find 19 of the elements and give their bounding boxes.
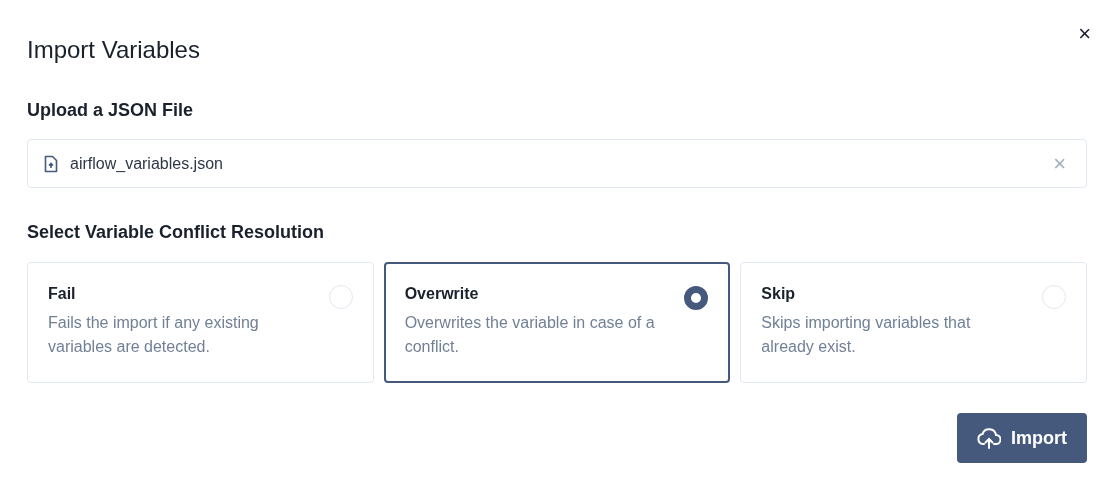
file-upload-icon	[44, 154, 58, 173]
option-card[interactable]: Fail Fails the import if any existing variables are detected.	[27, 262, 374, 383]
section-label: Upload a JSON File	[27, 100, 194, 121]
option-description: Overwrites the variable in case of a conflict.	[404, 313, 655, 357]
close-button[interactable]: ×	[1074, 22, 1095, 46]
file-input-field[interactable]: airflow_variables.json ×	[27, 139, 1087, 188]
option-card[interactable]: Overwrite Overwrites the variable in case of a conflict.	[383, 262, 731, 383]
cloud-upload-icon	[977, 427, 1001, 449]
option-description: Skips importing variables that already exist.	[761, 313, 972, 357]
option-description: Fails the import if any existing variables are detected.	[48, 313, 260, 357]
section-label: Select Variable Conflict Resolution	[27, 222, 325, 243]
option-title: Skip	[761, 285, 796, 303]
import-button[interactable]: Import	[957, 413, 1087, 463]
option-title: Fail	[48, 285, 76, 303]
option-title: Overwrite	[404, 285, 479, 303]
file-name: airflow_variables.json	[70, 154, 224, 173]
dialog-title: Import Variables	[27, 35, 200, 65]
option-card[interactable]: Skip Skips importing variables that already exist.	[740, 262, 1087, 383]
radio-button[interactable]	[684, 286, 709, 310]
